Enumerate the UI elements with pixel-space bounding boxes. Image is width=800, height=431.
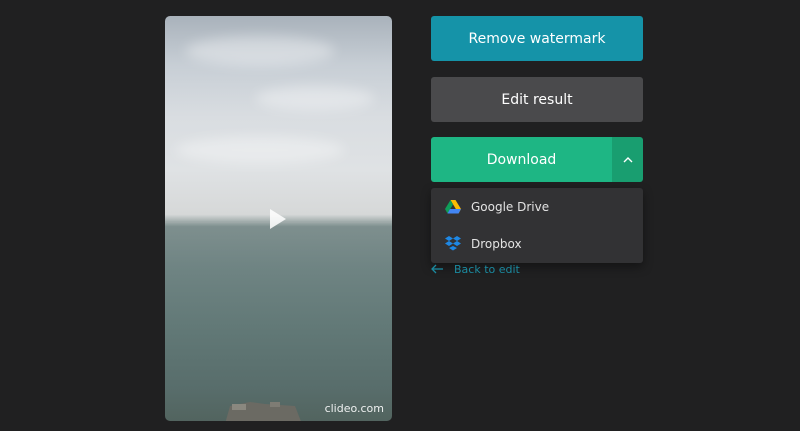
download-options-toggle[interactable] [612,137,643,182]
sky-cloud [255,86,375,111]
pier-image [225,402,301,421]
edit-result-button[interactable]: Edit result [431,77,643,122]
download-menu: Google Drive Dropbox [431,188,643,263]
back-to-edit-label: Back to edit [454,262,520,276]
remove-watermark-button[interactable]: Remove watermark [431,16,643,61]
dropbox-icon [445,236,461,252]
menu-item-label: Google Drive [471,199,550,214]
google-drive-icon [445,199,461,215]
chevron-up-icon [623,156,632,162]
watermark-text: clideo.com [324,402,384,415]
play-icon[interactable] [270,209,286,229]
arrow-left-icon [431,264,444,274]
menu-item-google-drive[interactable]: Google Drive [431,188,643,225]
download-button[interactable]: Download [431,137,612,182]
menu-item-label: Dropbox [471,236,522,251]
sky-cloud [185,36,335,66]
back-to-edit-link[interactable]: Back to edit [431,262,520,276]
video-preview[interactable]: clideo.com [165,16,392,421]
sky-cloud [175,136,345,164]
menu-item-dropbox[interactable]: Dropbox [431,225,643,262]
